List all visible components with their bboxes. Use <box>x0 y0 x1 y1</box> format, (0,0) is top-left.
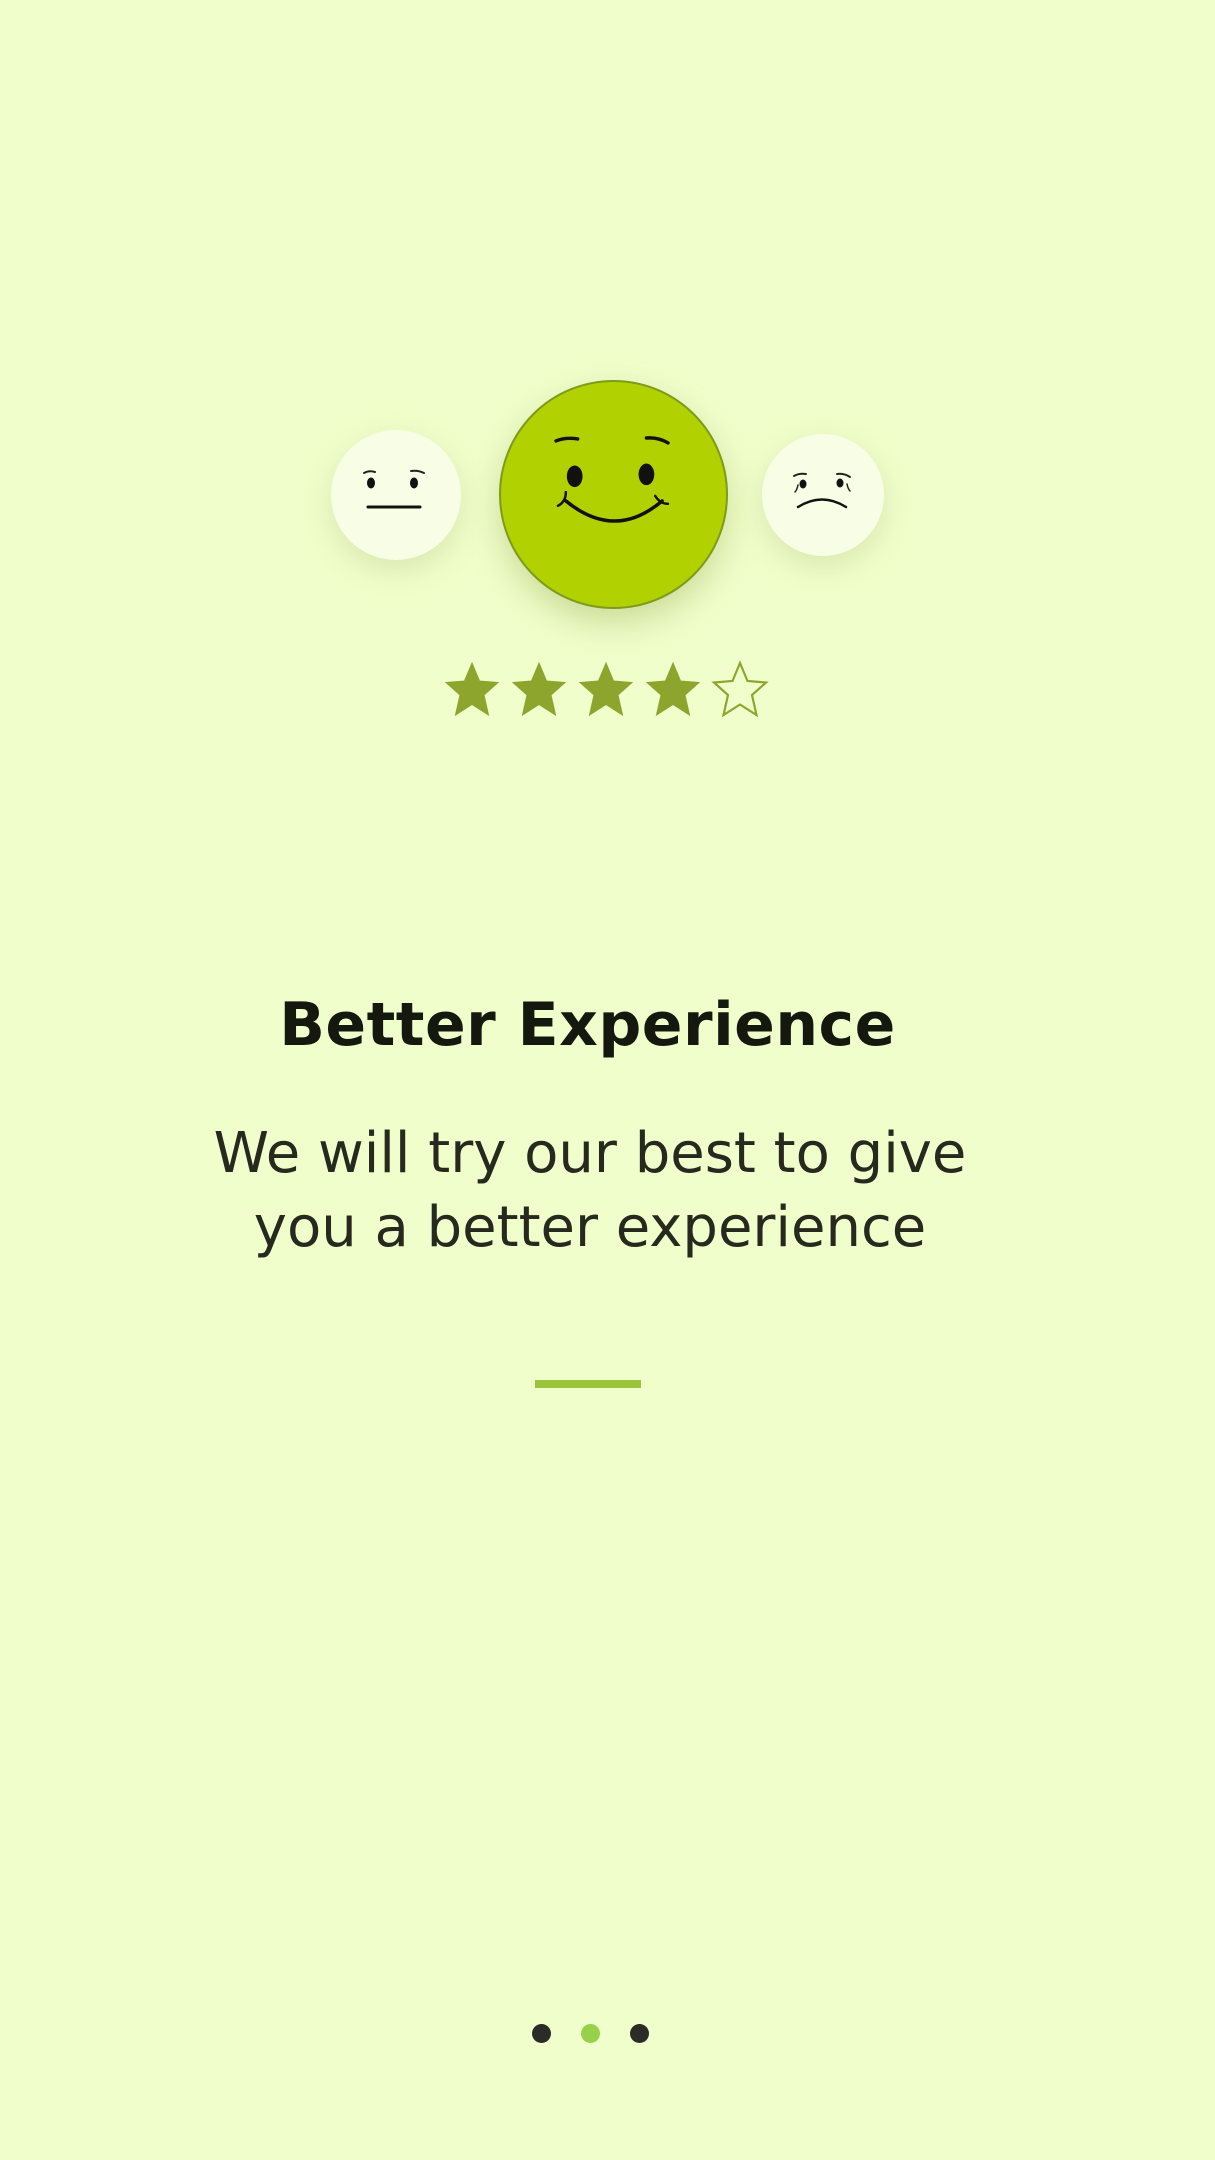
star-filled-icon <box>645 661 701 717</box>
star-filled-icon <box>444 661 500 717</box>
sad-face-icon <box>793 472 851 509</box>
star-2[interactable] <box>510 660 568 718</box>
onboarding-title: Better Experience <box>279 990 896 1060</box>
star-rating[interactable] <box>443 660 773 718</box>
sad-face-option[interactable] <box>762 434 884 556</box>
star-4[interactable] <box>644 660 702 718</box>
star-1[interactable] <box>443 660 501 718</box>
page-dot-1[interactable] <box>532 2024 551 2043</box>
star-3[interactable] <box>577 660 635 718</box>
description-line-2: you a better experience <box>253 1195 927 1260</box>
smiling-face-icon <box>554 436 670 523</box>
star-filled-icon <box>578 661 634 717</box>
star-5[interactable] <box>711 660 769 718</box>
happy-face-option[interactable] <box>499 380 728 609</box>
onboarding-screen: Better Experience We will try our best t… <box>0 0 1215 2160</box>
neutral-face-option[interactable] <box>331 430 461 560</box>
neutral-face-icon <box>363 469 425 509</box>
page-dot-3[interactable] <box>630 2024 649 2043</box>
description-line-1: We will try our best to give <box>213 1121 967 1186</box>
accent-divider <box>535 1380 641 1388</box>
star-outline-icon <box>711 660 769 718</box>
onboarding-description: We will try our best to give you a bette… <box>180 1117 1000 1265</box>
page-dot-2[interactable] <box>581 2024 600 2043</box>
star-filled-icon <box>511 661 567 717</box>
